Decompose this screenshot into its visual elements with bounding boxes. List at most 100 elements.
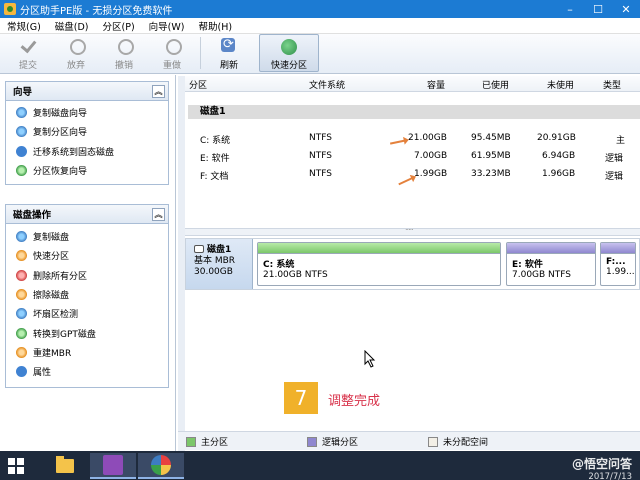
redo-icon [163,37,182,55]
wizard-item-recovery[interactable]: 分区恢复向导 [6,161,168,180]
minimize-button[interactable]: – [556,0,584,18]
op-quick-partition[interactable]: 快速分区 [6,246,168,265]
disk-ops-title: 磁盘操作 [13,210,52,221]
watermark-text: @悟空问答 [571,457,632,471]
col-type[interactable]: 类型 [603,78,621,91]
op-properties[interactable]: 属性 [6,362,168,381]
title-bar: 分区助手PE版 - 无损分区免费软件 – ☐ ✕ [0,0,640,18]
step-number-badge: 7 [284,382,318,414]
left-panel: 向导 ︽ 复制磁盘向导 复制分区向导 迁移系统到固态磁盘 分区恢复向导 磁盘操作… [0,75,176,451]
partition-block-f[interactable]: F:... 1.99... [600,242,636,286]
pane-splitter[interactable] [185,223,640,236]
op-label: 坏扇区检测 [33,310,79,321]
legend-label: 逻辑分区 [322,438,359,448]
maximize-button[interactable]: ☐ [584,0,612,18]
cell-fs: NTFS [309,169,332,179]
undo-label: 撤销 [114,61,133,71]
op-copy-disk[interactable]: 复制磁盘 [6,227,168,246]
discard-button[interactable]: 放弃 [52,34,100,72]
convert-icon [16,327,27,339]
col-partition[interactable]: 分区 [189,78,207,91]
disk-icon [16,107,27,119]
op-label: 快速分区 [33,252,70,263]
table-row[interactable]: E: 软件 NTFS 7.00GB 61.95MB 6.94GB 逻辑 [188,148,640,165]
cell-free: 6.94GB [542,151,576,161]
disk-kind: 基本 MBR [194,256,236,266]
redo-button[interactable]: 重做 [148,34,196,72]
disk-icon [194,245,204,253]
disk-ops-section: 磁盘操作 ︽ 复制磁盘 快速分区 删除所有分区 擦除磁盘 坏扇区检测 转换到GP… [5,204,169,389]
collapse-icon[interactable]: ︽ [152,207,165,221]
commit-label: 提交 [18,61,37,71]
commit-button[interactable]: 提交 [4,34,52,72]
tray-date[interactable]: 2017/7/13 [572,472,632,480]
windows-start-icon[interactable] [8,458,24,474]
col-used[interactable]: 已使用 [482,78,509,91]
op-rebuild-mbr[interactable]: 重建MBR [6,343,168,362]
menu-partition[interactable]: 分区(P) [96,19,142,33]
partition-block-e[interactable]: E: 软件 7.00GB NTFS [506,242,596,286]
wizard-item-migrate-os[interactable]: 迁移系统到固态磁盘 [6,142,168,161]
window-title: 分区助手PE版 - 无损分区免费软件 [20,5,173,17]
wizard-item-copy-partition[interactable]: 复制分区向导 [6,122,168,141]
refresh-icon [220,37,238,55]
taskbar-explorer[interactable] [42,453,88,479]
migrate-icon [16,145,27,157]
cell-type: 主 [616,136,626,146]
col-filesystem[interactable]: 文件系统 [309,78,345,91]
menu-general[interactable]: 常规(G) [0,19,48,33]
usage-bar [258,243,500,254]
legend-logical: 逻辑分区 [307,435,358,448]
quick-partition-icon [280,38,298,55]
partition-block-c[interactable]: C: 系统 21.00GB NTFS [257,242,501,286]
discard-icon [67,37,86,55]
undo-icon [115,37,134,55]
op-convert-gpt[interactable]: 转换到GPT磁盘 [6,323,168,342]
delete-icon [16,269,27,281]
recovery-icon [16,165,27,177]
wizard-title: 向导 [13,87,33,98]
panel-separator[interactable] [178,76,185,451]
undo-button[interactable]: 撤销 [100,34,148,72]
refresh-button[interactable]: 刷新 [205,34,253,72]
taskbar: @悟空问答 2017/7/13 [0,451,640,480]
partition-detail: 21.00GB NTFS [263,270,328,280]
menu-help[interactable]: 帮助(H) [191,19,239,33]
close-button[interactable]: ✕ [612,0,640,18]
cell-free: 1.96GB [542,169,576,179]
menu-disk[interactable]: 磁盘(D) [48,19,96,33]
partition-name: C: 系统 [263,260,295,270]
legend-primary: 主分区 [186,435,228,448]
menu-wizard[interactable]: 向导(W) [142,19,192,33]
taskbar-app-purple[interactable] [90,453,136,479]
collapse-icon[interactable]: ︽ [152,84,165,98]
app-icon [4,3,16,15]
op-label: 擦除磁盘 [33,291,70,302]
quick-partition-button[interactable]: 快速分区 [259,34,319,72]
copy-disk-icon [16,231,27,243]
op-label: 属性 [33,368,52,379]
wizard-item-copy-disk[interactable]: 复制磁盘向导 [6,103,168,122]
info-icon [16,366,27,378]
op-label: 重建MBR [33,348,72,359]
legend-swatch [307,436,317,447]
cell-type: 逻辑 [605,154,624,164]
disk-info[interactable]: 磁盘1 基本 MBR 30.00GB [186,239,253,289]
check-icon [19,37,37,55]
disk-group-header[interactable]: 磁盘1 [188,105,640,119]
menu-bar: 常规(G) 磁盘(D) 分区(P) 向导(W) 帮助(H) [0,18,640,34]
folder-icon [56,456,74,473]
col-capacity[interactable]: 容量 [427,78,445,91]
taskbar-partition-assistant[interactable] [138,453,184,479]
op-wipe-disk[interactable]: 擦除磁盘 [6,285,168,304]
mbr-icon [16,346,27,358]
op-bad-sector[interactable]: 坏扇区检测 [6,304,168,323]
op-delete-all[interactable]: 删除所有分区 [6,266,168,285]
wizard-section: 向导 ︽ 复制磁盘向导 复制分区向导 迁移系统到固态磁盘 分区恢复向导 [5,81,169,186]
partition-assistant-icon [151,455,171,475]
legend-swatch [428,436,438,447]
col-free[interactable]: 未使用 [547,78,574,91]
op-label: 转换到GPT磁盘 [33,329,96,340]
disk-name: 磁盘1 [207,245,232,255]
table-row[interactable]: C: 系统 NTFS 21.00GB 95.45MB 20.91GB 主 [188,130,640,147]
